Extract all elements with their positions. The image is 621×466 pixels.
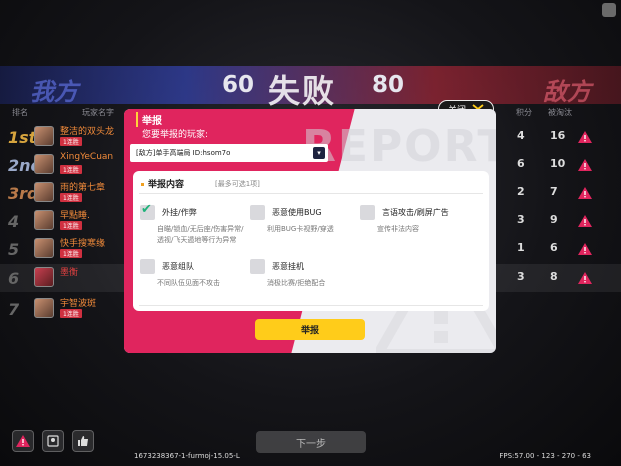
avatar [34,182,54,202]
eliminated: 8 [550,270,558,283]
player-name: 宇智波斑 [60,299,97,309]
player-name: 墨衡 [60,268,79,278]
report-warning-icon[interactable] [578,159,592,171]
menu-icon[interactable] [602,3,616,17]
option-label: 言语攻击/刷屏广告 [382,208,449,217]
option-label: 恶意组队 [162,262,194,271]
score: 3 [517,270,525,283]
eliminated: 7 [550,185,558,198]
avatar [34,267,54,287]
like-button[interactable] [72,430,94,452]
option-abuse[interactable]: 言语攻击/刷屏广告 宣传非法内容 [360,205,470,245]
player-name: 快手搜寒缘 [60,239,106,249]
build-id: 1673238367-1-furmoj-15.05-L [134,452,240,460]
option-afk[interactable]: 恶意挂机 消极比赛/拒绝配合 [250,259,350,299]
streak-badge: 1连胜 [60,249,82,258]
score: 4 [517,129,525,142]
option-desc: 自瞄/锁血/无后座/伤害异常/透视/飞天遁地等行为异常 [157,225,244,244]
report-warning-icon[interactable] [578,243,592,255]
player-select[interactable]: [敌方]单手高端局 ID:hsom7o ▾ [130,144,328,162]
panel-title: 举报内容 [141,177,184,190]
fps-readout: FPS:57.00 - 123 - 270 - 63 [499,452,591,460]
report-button[interactable] [12,430,34,452]
result-banner: 我方 60 失败 80 敌方 [0,66,621,110]
option-desc: 不同队伍见面不攻击 [157,279,220,287]
rank: 1st [8,128,37,147]
streak-badge: 1连胜 [60,165,82,174]
avatar [34,210,54,230]
player-name: 雨的第七章 [60,183,106,193]
avatar [34,154,54,174]
report-warning-icon[interactable] [578,131,592,143]
score-right: 80 [372,72,405,98]
report-submit-button[interactable]: 举报 [255,319,365,340]
rank: 4 [8,212,20,231]
eliminated: 9 [550,213,558,226]
checkbox[interactable]: ✔ [140,202,155,220]
divider [139,193,483,194]
option-desc: 利用BUG卡视野/穿透 [267,225,334,233]
dialog-subtitle: 您要举报的玩家: [142,130,209,140]
score: 2 [517,185,525,198]
streak-badge: 1连胜 [60,193,82,202]
option-label: 外挂/作弊 [162,208,197,217]
rank: 6 [8,269,20,288]
option-bug[interactable]: 恶意使用BUG 利用BUG卡视野/穿透 [250,205,350,245]
score: 1 [517,241,525,254]
player-name: XingYeCuan [60,152,114,162]
option-label: 恶意挂机 [272,262,304,271]
checkbox[interactable] [250,259,265,274]
player-name: 早點睡. [60,211,90,221]
score: 3 [517,213,525,226]
avatar [34,298,54,318]
report-dialog: REPORT 举报 您要举报的玩家: [敌方]单手高端局 ID:hsom7o ▾… [124,109,496,353]
dialog-title: 举报 [136,112,162,127]
checkmark-icon: ✔ [141,202,152,217]
rank: 5 [8,240,20,259]
eliminated: 16 [550,129,566,142]
option-teaming[interactable]: 恶意组队 不同队伍见面不攻击 [140,259,240,299]
team-left-label: 我方 [30,78,78,106]
panel-title-text: 举报内容 [148,180,185,190]
option-label: 恶意使用BUG [272,208,322,217]
team-right-label: 敌方 [543,78,591,106]
report-reason-panel: 举报内容 [最多可选1项] ✔ 外挂/作弊 自瞄/锁血/无后座/伤害异常/透视/… [133,171,489,311]
eliminated: 10 [550,157,566,170]
checkbox[interactable] [360,205,375,220]
panel-hint: [最多可选1项] [215,180,260,188]
report-warning-icon[interactable] [578,187,592,199]
option-cheat[interactable]: ✔ 外挂/作弊 自瞄/锁血/无后座/伤害异常/透视/飞天遁地等行为异常 [140,202,243,255]
thumbs-up-icon [78,436,88,446]
streak-badge: 1连胜 [60,221,82,230]
option-desc: 消极比赛/拒绝配合 [267,279,326,287]
score: 6 [517,157,525,170]
bullet-icon [141,183,144,186]
avatar [34,126,54,146]
report-watermark: REPORT [302,121,496,172]
checkbox[interactable] [250,205,265,220]
header-score: 积分 [516,108,532,117]
checkbox[interactable] [140,259,155,274]
chevron-down-icon[interactable]: ▾ [313,147,325,159]
eliminated: 6 [550,241,558,254]
next-step-button[interactable]: 下一步 [256,431,366,453]
player-name: 整洁的双头龙 [60,127,115,137]
header-rank: 排名 [12,108,28,117]
selected-player: [敌方]单手高端局 ID:hsom7o [136,149,231,157]
avatar [34,238,54,258]
rank: 7 [8,300,20,319]
match-result: 失败 [268,72,337,110]
warning-icon [16,435,30,447]
profile-button[interactable] [42,430,64,452]
report-warning-icon[interactable] [578,272,592,284]
divider [139,305,483,306]
score-left: 60 [222,72,255,98]
streak-badge: 1连胜 [60,309,82,318]
report-warning-icon[interactable] [578,215,592,227]
user-card-icon [47,435,59,447]
streak-badge: 1连胜 [60,137,82,146]
option-desc: 宣传非法内容 [377,225,419,233]
header-eliminated: 被淘汰 [548,108,572,117]
header-player: 玩家名字 [82,108,114,117]
